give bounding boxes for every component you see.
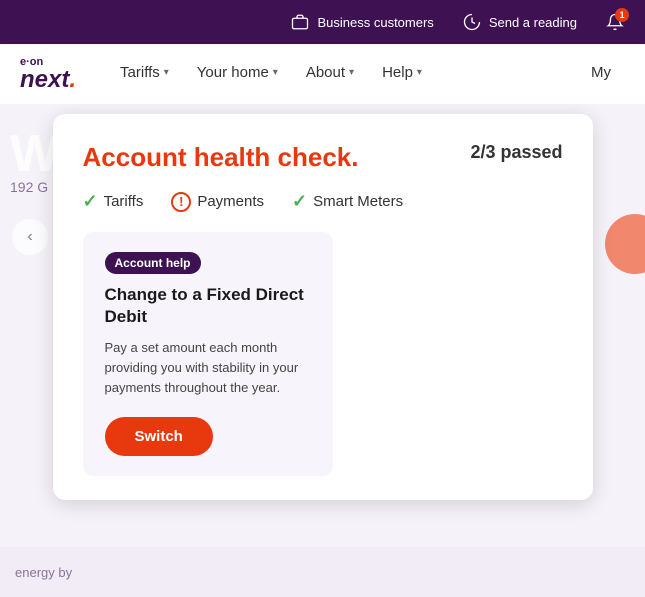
check-label-tariffs: Tariffs [104,193,144,210]
inner-card: Account help Change to a Fixed Direct De… [83,232,333,476]
inner-card-title: Change to a Fixed Direct Debit [105,284,311,328]
logo-next: next. [20,68,76,92]
check-icon-warning-payments: ! [171,192,191,212]
main-nav: e·on next. Tariffs ▾ Your home ▾ About ▾… [0,44,645,104]
modal-overlay: Account health check. 2/3 passed ✓ Tarif… [0,104,645,597]
modal-card: Account health check. 2/3 passed ✓ Tarif… [53,114,593,500]
modal-title: Account health check. [83,142,359,173]
nav-items: Tariffs ▾ Your home ▾ About ▾ Help ▾ My [106,44,625,104]
modal-header: Account health check. 2/3 passed [83,142,563,173]
check-items-row: ✓ Tariffs ! Payments ✓ Smart Meters [83,191,563,212]
tariffs-chevron-icon: ▾ [164,67,169,78]
send-reading-label: Send a reading [489,15,577,30]
meter-icon [462,12,482,32]
about-chevron-icon: ▾ [349,67,354,78]
check-item-smart-meters: ✓ Smart Meters [292,191,403,212]
notification-icon-wrapper[interactable]: 1 [605,12,625,32]
logo-dot: . [69,66,76,93]
nav-about[interactable]: About ▾ [292,44,368,104]
nav-tariffs[interactable]: Tariffs ▾ [106,44,183,104]
your-home-chevron-icon: ▾ [273,67,278,78]
business-customers-link[interactable]: Business customers [290,12,433,32]
send-reading-link[interactable]: Send a reading [462,12,577,32]
page-background: Wo 192 G t paym payme ment is s after is… [0,104,645,597]
check-item-tariffs: ✓ Tariffs [83,191,144,212]
help-chevron-icon: ▾ [417,67,422,78]
modal-score: 2/3 passed [470,142,562,163]
check-item-payments: ! Payments [171,192,264,212]
check-icon-pass-tariffs: ✓ [83,191,98,212]
switch-button[interactable]: Switch [105,417,213,456]
logo[interactable]: e·on next. [20,57,76,92]
briefcase-icon [290,12,310,32]
inner-card-description: Pay a set amount each month providing yo… [105,338,311,398]
inner-card-tag: Account help [105,252,201,274]
nav-help[interactable]: Help ▾ [368,44,436,104]
check-label-smart-meters: Smart Meters [313,193,403,210]
notification-badge: 1 [615,8,629,22]
top-bar: Business customers Send a reading 1 [0,0,645,44]
nav-your-home[interactable]: Your home ▾ [183,44,292,104]
nav-my[interactable]: My [577,44,625,104]
business-customers-label: Business customers [317,15,433,30]
check-label-payments: Payments [197,193,264,210]
check-icon-pass-smart-meters: ✓ [292,191,307,212]
